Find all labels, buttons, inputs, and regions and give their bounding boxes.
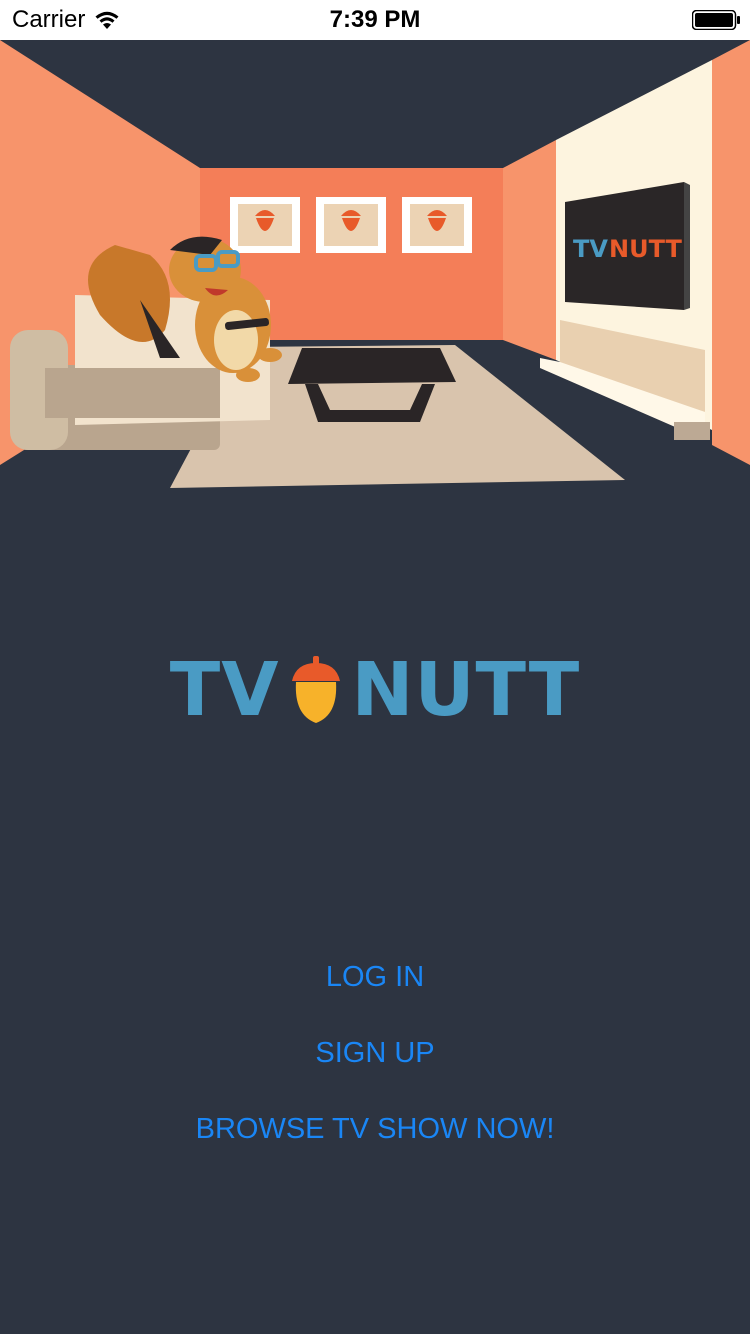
browse-shows-button[interactable]: BROWSE TV SHOW NOW! [0,1102,750,1156]
logo-word-tv: TV [169,647,280,733]
battery-icon [692,10,740,30]
auth-menu: LOG IN SIGN UP BROWSE TV SHOW NOW! [0,950,750,1178]
living-room-illustration: TV NUTT [0,40,750,488]
acorn-icon [291,656,340,723]
welcome-screen: Carrier 7:39 PM TV NUTT TV NUTT LOG IN S… [0,0,750,1334]
frame-2 [316,197,386,253]
tv-screen-text-tv: TV [573,235,608,263]
frame-1 [230,197,300,253]
logo-word-nutt: NUTT [351,647,581,733]
app-logo: TV NUTT [0,640,750,740]
status-time: 7:39 PM [329,6,421,33]
frame-3 [402,197,472,253]
login-button[interactable]: LOG IN [0,950,750,1004]
tv-screen-text-nutt: NUTT [609,235,682,263]
status-bar: Carrier 7:39 PM [0,0,750,40]
signup-button[interactable]: SIGN UP [0,1026,750,1080]
